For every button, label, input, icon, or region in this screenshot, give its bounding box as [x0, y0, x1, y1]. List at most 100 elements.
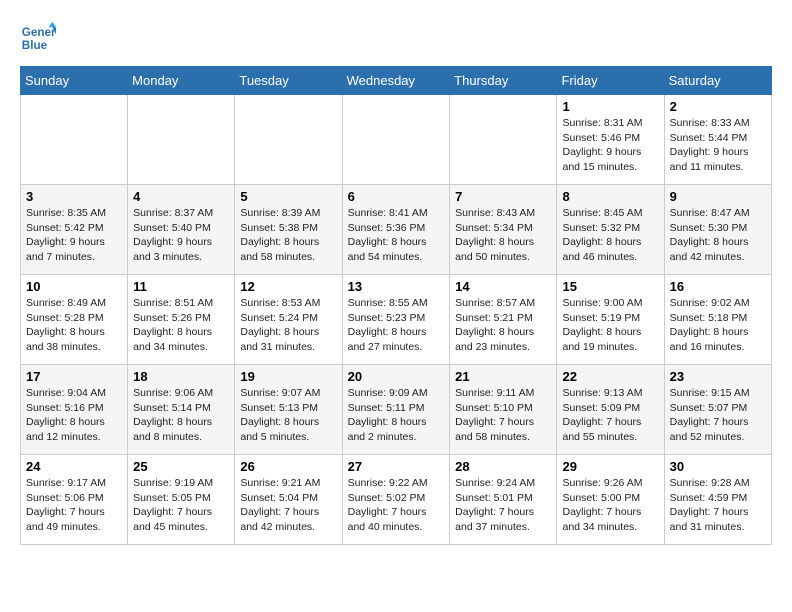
calendar-week-row: 3 Sunrise: 8:35 AM Sunset: 5:42 PM Daylig…	[21, 185, 772, 275]
day-info: Sunrise: 8:53 AM Sunset: 5:24 PM Dayligh…	[240, 296, 336, 355]
day-info: Sunrise: 9:02 AM Sunset: 5:18 PM Dayligh…	[670, 296, 766, 355]
day-number: 11	[133, 279, 229, 294]
calendar-week-row: 17Sunrise: 9:04 AM Sunset: 5:16 PM Dayli…	[21, 365, 772, 455]
calendar-day-cell: 30Sunrise: 9:28 AM Sunset: 4:59 PM Dayli…	[664, 455, 771, 545]
calendar-header-row: SundayMondayTuesdayWednesdayThursdayFrid…	[21, 67, 772, 95]
day-info: Sunrise: 8:49 AM Sunset: 5:28 PM Dayligh…	[26, 296, 122, 355]
day-number: 19	[240, 369, 336, 384]
day-info: Sunrise: 8:41 AM Sunset: 5:36 PM Dayligh…	[348, 206, 445, 265]
day-info: Sunrise: 9:00 AM Sunset: 5:19 PM Dayligh…	[562, 296, 658, 355]
svg-text:Blue: Blue	[22, 39, 48, 52]
day-number: 7	[455, 189, 551, 204]
day-number: 9	[670, 189, 766, 204]
day-info: Sunrise: 8:39 AM Sunset: 5:38 PM Dayligh…	[240, 206, 336, 265]
day-info: Sunrise: 9:17 AM Sunset: 5:06 PM Dayligh…	[26, 476, 122, 535]
day-info: Sunrise: 8:33 AM Sunset: 5:44 PM Dayligh…	[670, 116, 766, 175]
day-number: 3	[26, 189, 122, 204]
calendar-day-cell: 13 Sunrise: 8:55 AM Sunset: 5:23 PM Dayli…	[342, 275, 450, 365]
day-number: 5	[240, 189, 336, 204]
day-of-week-header: Thursday	[450, 67, 557, 95]
calendar-day-cell: 12 Sunrise: 8:53 AM Sunset: 5:24 PM Dayli…	[235, 275, 342, 365]
calendar-day-cell: 2 Sunrise: 8:33 AM Sunset: 5:44 PM Daylig…	[664, 95, 771, 185]
day-number: 4	[133, 189, 229, 204]
day-of-week-header: Monday	[128, 67, 235, 95]
day-number: 1	[562, 99, 658, 114]
day-number: 27	[348, 459, 445, 474]
svg-text:General: General	[22, 26, 56, 39]
calendar-day-cell	[342, 95, 450, 185]
day-info: Sunrise: 9:06 AM Sunset: 5:14 PM Dayligh…	[133, 386, 229, 445]
calendar-day-cell: 26 Sunrise: 9:21 AM Sunset: 5:04 PM Dayli…	[235, 455, 342, 545]
calendar-week-row: 1 Sunrise: 8:31 AM Sunset: 5:46 PM Daylig…	[21, 95, 772, 185]
calendar-day-cell: 25Sunrise: 9:19 AM Sunset: 5:05 PM Dayli…	[128, 455, 235, 545]
day-number: 30	[670, 459, 766, 474]
calendar-day-cell: 24 Sunrise: 9:17 AM Sunset: 5:06 PM Dayli…	[21, 455, 128, 545]
day-info: Sunrise: 9:15 AM Sunset: 5:07 PM Dayligh…	[670, 386, 766, 445]
calendar-day-cell: 15 Sunrise: 9:00 AM Sunset: 5:19 PM Dayli…	[557, 275, 664, 365]
day-number: 24	[26, 459, 122, 474]
calendar-day-cell: 21 Sunrise: 9:11 AM Sunset: 5:10 PM Dayli…	[450, 365, 557, 455]
day-of-week-header: Saturday	[664, 67, 771, 95]
calendar-day-cell: 8 Sunrise: 8:45 AM Sunset: 5:32 PM Daylig…	[557, 185, 664, 275]
day-number: 10	[26, 279, 122, 294]
day-number: 13	[348, 279, 445, 294]
calendar-week-row: 10 Sunrise: 8:49 AM Sunset: 5:28 PM Dayli…	[21, 275, 772, 365]
day-number: 21	[455, 369, 551, 384]
day-number: 28	[455, 459, 551, 474]
day-number: 23	[670, 369, 766, 384]
day-info: Sunrise: 8:51 AM Sunset: 5:26 PM Dayligh…	[133, 296, 229, 355]
day-number: 26	[240, 459, 336, 474]
day-info: Sunrise: 8:35 AM Sunset: 5:42 PM Dayligh…	[26, 206, 122, 265]
calendar-day-cell	[21, 95, 128, 185]
calendar-day-cell: 19 Sunrise: 9:07 AM Sunset: 5:13 PM Dayli…	[235, 365, 342, 455]
day-number: 8	[562, 189, 658, 204]
calendar-day-cell: 6Sunrise: 8:41 AM Sunset: 5:36 PM Daylig…	[342, 185, 450, 275]
day-info: Sunrise: 9:04 AM Sunset: 5:16 PM Dayligh…	[26, 386, 122, 445]
logo: General Blue	[20, 20, 56, 56]
calendar-day-cell: 3 Sunrise: 8:35 AM Sunset: 5:42 PM Daylig…	[21, 185, 128, 275]
day-of-week-header: Tuesday	[235, 67, 342, 95]
calendar-day-cell: 1 Sunrise: 8:31 AM Sunset: 5:46 PM Daylig…	[557, 95, 664, 185]
day-info: Sunrise: 8:37 AM Sunset: 5:40 PM Dayligh…	[133, 206, 229, 265]
day-number: 29	[562, 459, 658, 474]
day-number: 15	[562, 279, 658, 294]
calendar-day-cell: 9 Sunrise: 8:47 AM Sunset: 5:30 PM Daylig…	[664, 185, 771, 275]
calendar-day-cell: 28 Sunrise: 9:24 AM Sunset: 5:01 PM Dayli…	[450, 455, 557, 545]
day-number: 12	[240, 279, 336, 294]
calendar-day-cell: 16Sunrise: 9:02 AM Sunset: 5:18 PM Dayli…	[664, 275, 771, 365]
calendar-day-cell: 27 Sunrise: 9:22 AM Sunset: 5:02 PM Dayli…	[342, 455, 450, 545]
calendar-table: SundayMondayTuesdayWednesdayThursdayFrid…	[20, 66, 772, 545]
calendar-day-cell: 22Sunrise: 9:13 AM Sunset: 5:09 PM Dayli…	[557, 365, 664, 455]
logo-icon: General Blue	[20, 20, 56, 56]
day-info: Sunrise: 9:07 AM Sunset: 5:13 PM Dayligh…	[240, 386, 336, 445]
day-info: Sunrise: 8:47 AM Sunset: 5:30 PM Dayligh…	[670, 206, 766, 265]
day-of-week-header: Friday	[557, 67, 664, 95]
calendar-day-cell: 20Sunrise: 9:09 AM Sunset: 5:11 PM Dayli…	[342, 365, 450, 455]
calendar-day-cell	[450, 95, 557, 185]
day-info: Sunrise: 8:55 AM Sunset: 5:23 PM Dayligh…	[348, 296, 445, 355]
day-info: Sunrise: 9:09 AM Sunset: 5:11 PM Dayligh…	[348, 386, 445, 445]
day-info: Sunrise: 9:26 AM Sunset: 5:00 PM Dayligh…	[562, 476, 658, 535]
calendar-week-row: 24 Sunrise: 9:17 AM Sunset: 5:06 PM Dayli…	[21, 455, 772, 545]
day-info: Sunrise: 9:19 AM Sunset: 5:05 PM Dayligh…	[133, 476, 229, 535]
calendar-day-cell	[235, 95, 342, 185]
day-info: Sunrise: 8:45 AM Sunset: 5:32 PM Dayligh…	[562, 206, 658, 265]
day-info: Sunrise: 8:31 AM Sunset: 5:46 PM Dayligh…	[562, 116, 658, 175]
day-info: Sunrise: 9:11 AM Sunset: 5:10 PM Dayligh…	[455, 386, 551, 445]
day-of-week-header: Sunday	[21, 67, 128, 95]
day-number: 14	[455, 279, 551, 294]
day-of-week-header: Wednesday	[342, 67, 450, 95]
calendar-day-cell: 14Sunrise: 8:57 AM Sunset: 5:21 PM Dayli…	[450, 275, 557, 365]
calendar-day-cell: 5 Sunrise: 8:39 AM Sunset: 5:38 PM Daylig…	[235, 185, 342, 275]
day-info: Sunrise: 9:24 AM Sunset: 5:01 PM Dayligh…	[455, 476, 551, 535]
calendar-day-cell: 29 Sunrise: 9:26 AM Sunset: 5:00 PM Dayli…	[557, 455, 664, 545]
day-number: 2	[670, 99, 766, 114]
calendar-day-cell: 17Sunrise: 9:04 AM Sunset: 5:16 PM Dayli…	[21, 365, 128, 455]
calendar-day-cell: 11 Sunrise: 8:51 AM Sunset: 5:26 PM Dayli…	[128, 275, 235, 365]
calendar-day-cell: 10 Sunrise: 8:49 AM Sunset: 5:28 PM Dayli…	[21, 275, 128, 365]
day-info: Sunrise: 9:22 AM Sunset: 5:02 PM Dayligh…	[348, 476, 445, 535]
day-info: Sunrise: 9:21 AM Sunset: 5:04 PM Dayligh…	[240, 476, 336, 535]
calendar-day-cell: 18Sunrise: 9:06 AM Sunset: 5:14 PM Dayli…	[128, 365, 235, 455]
calendar-day-cell	[128, 95, 235, 185]
calendar-day-cell: 4 Sunrise: 8:37 AM Sunset: 5:40 PM Daylig…	[128, 185, 235, 275]
